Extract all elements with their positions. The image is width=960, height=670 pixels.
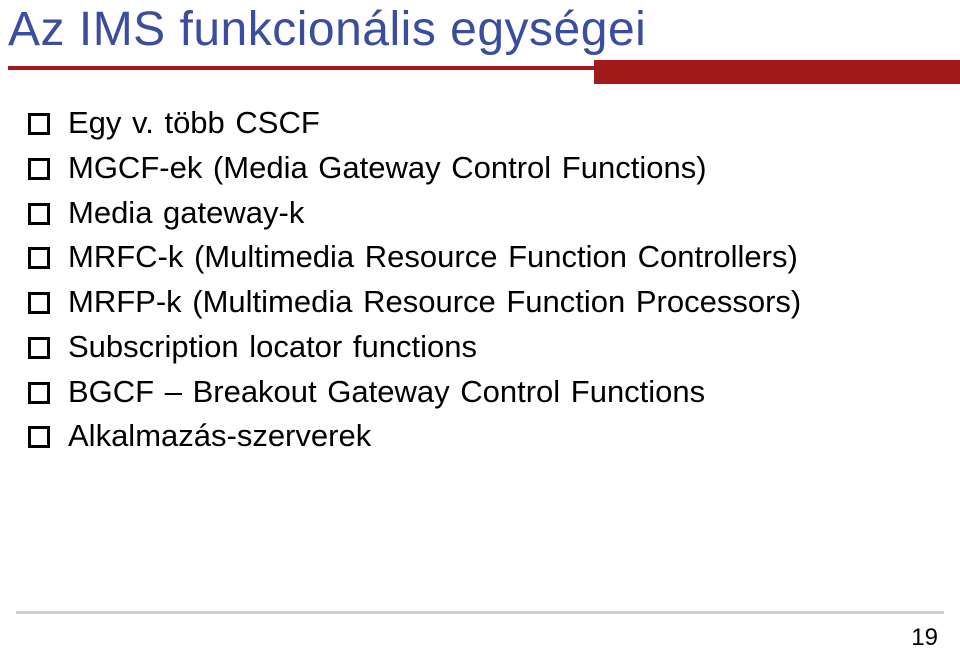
list-item: Alkalmazás-szerverek [28, 417, 920, 456]
list-item: MRFP-k (Multimedia Resource Function Pro… [28, 283, 920, 322]
list-item-text: Egy v. több CSCF [68, 104, 320, 143]
bullet-square-icon [28, 382, 50, 404]
list-item: Egy v. több CSCF [28, 104, 920, 143]
list-item-text: BGCF – Breakout Gateway Control Function… [68, 373, 705, 412]
list-item: Subscription locator functions [28, 328, 920, 367]
list-item-text: Subscription locator functions [68, 328, 477, 367]
list-item-text: Media gateway-k [68, 194, 304, 233]
list-item: MGCF-ek (Media Gateway Control Functions… [28, 149, 920, 188]
list-item-text: MRFC-k (Multimedia Resource Function Con… [68, 238, 798, 277]
bullet-square-icon [28, 203, 50, 225]
list-item-text: MGCF-ek (Media Gateway Control Functions… [68, 149, 707, 188]
list-item-text: MRFP-k (Multimedia Resource Function Pro… [68, 283, 801, 322]
bullet-square-icon [28, 158, 50, 180]
bullet-square-icon [28, 113, 50, 135]
bullet-square-icon [28, 426, 50, 448]
title-underline-thick [594, 60, 960, 84]
list-item: MRFC-k (Multimedia Resource Function Con… [28, 238, 920, 277]
title-underline [8, 66, 960, 94]
list-item: Media gateway-k [28, 194, 920, 233]
bullet-list: Egy v. több CSCF MGCF-ek (Media Gateway … [28, 102, 920, 462]
title-underline-thin [8, 66, 594, 70]
title-area: Az IMS funkcionális egységei [8, 0, 940, 63]
page-number: 19 [911, 624, 938, 652]
bullet-square-icon [28, 337, 50, 359]
list-item: BGCF – Breakout Gateway Control Function… [28, 373, 920, 412]
slide: Az IMS funkcionális egységei Egy v. több… [0, 0, 960, 670]
slide-title: Az IMS funkcionális egységei [8, 0, 940, 63]
bullet-square-icon [28, 247, 50, 269]
list-item-text: Alkalmazás-szerverek [68, 417, 371, 456]
bullet-square-icon [28, 292, 50, 314]
footer-divider [16, 611, 944, 614]
